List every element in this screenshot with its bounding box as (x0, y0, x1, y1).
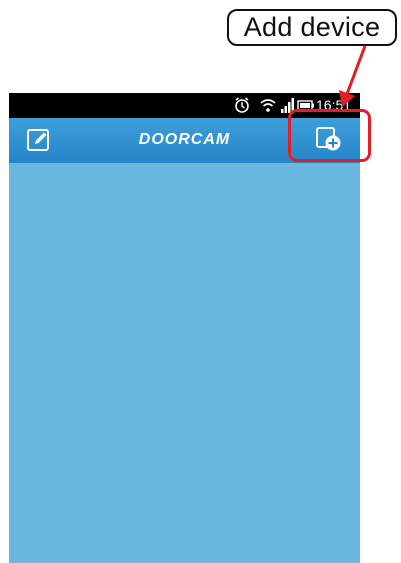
alarm-icon (235, 97, 249, 113)
wifi-icon (260, 99, 276, 112)
callout-arrow (339, 45, 367, 107)
add-device-callout: Add device (227, 9, 397, 46)
callout-label: Add device (243, 12, 381, 42)
phone-screen: 16:51 DOORCAM (9, 93, 360, 563)
add-device-highlight (288, 109, 371, 162)
device-list-area (9, 163, 360, 563)
